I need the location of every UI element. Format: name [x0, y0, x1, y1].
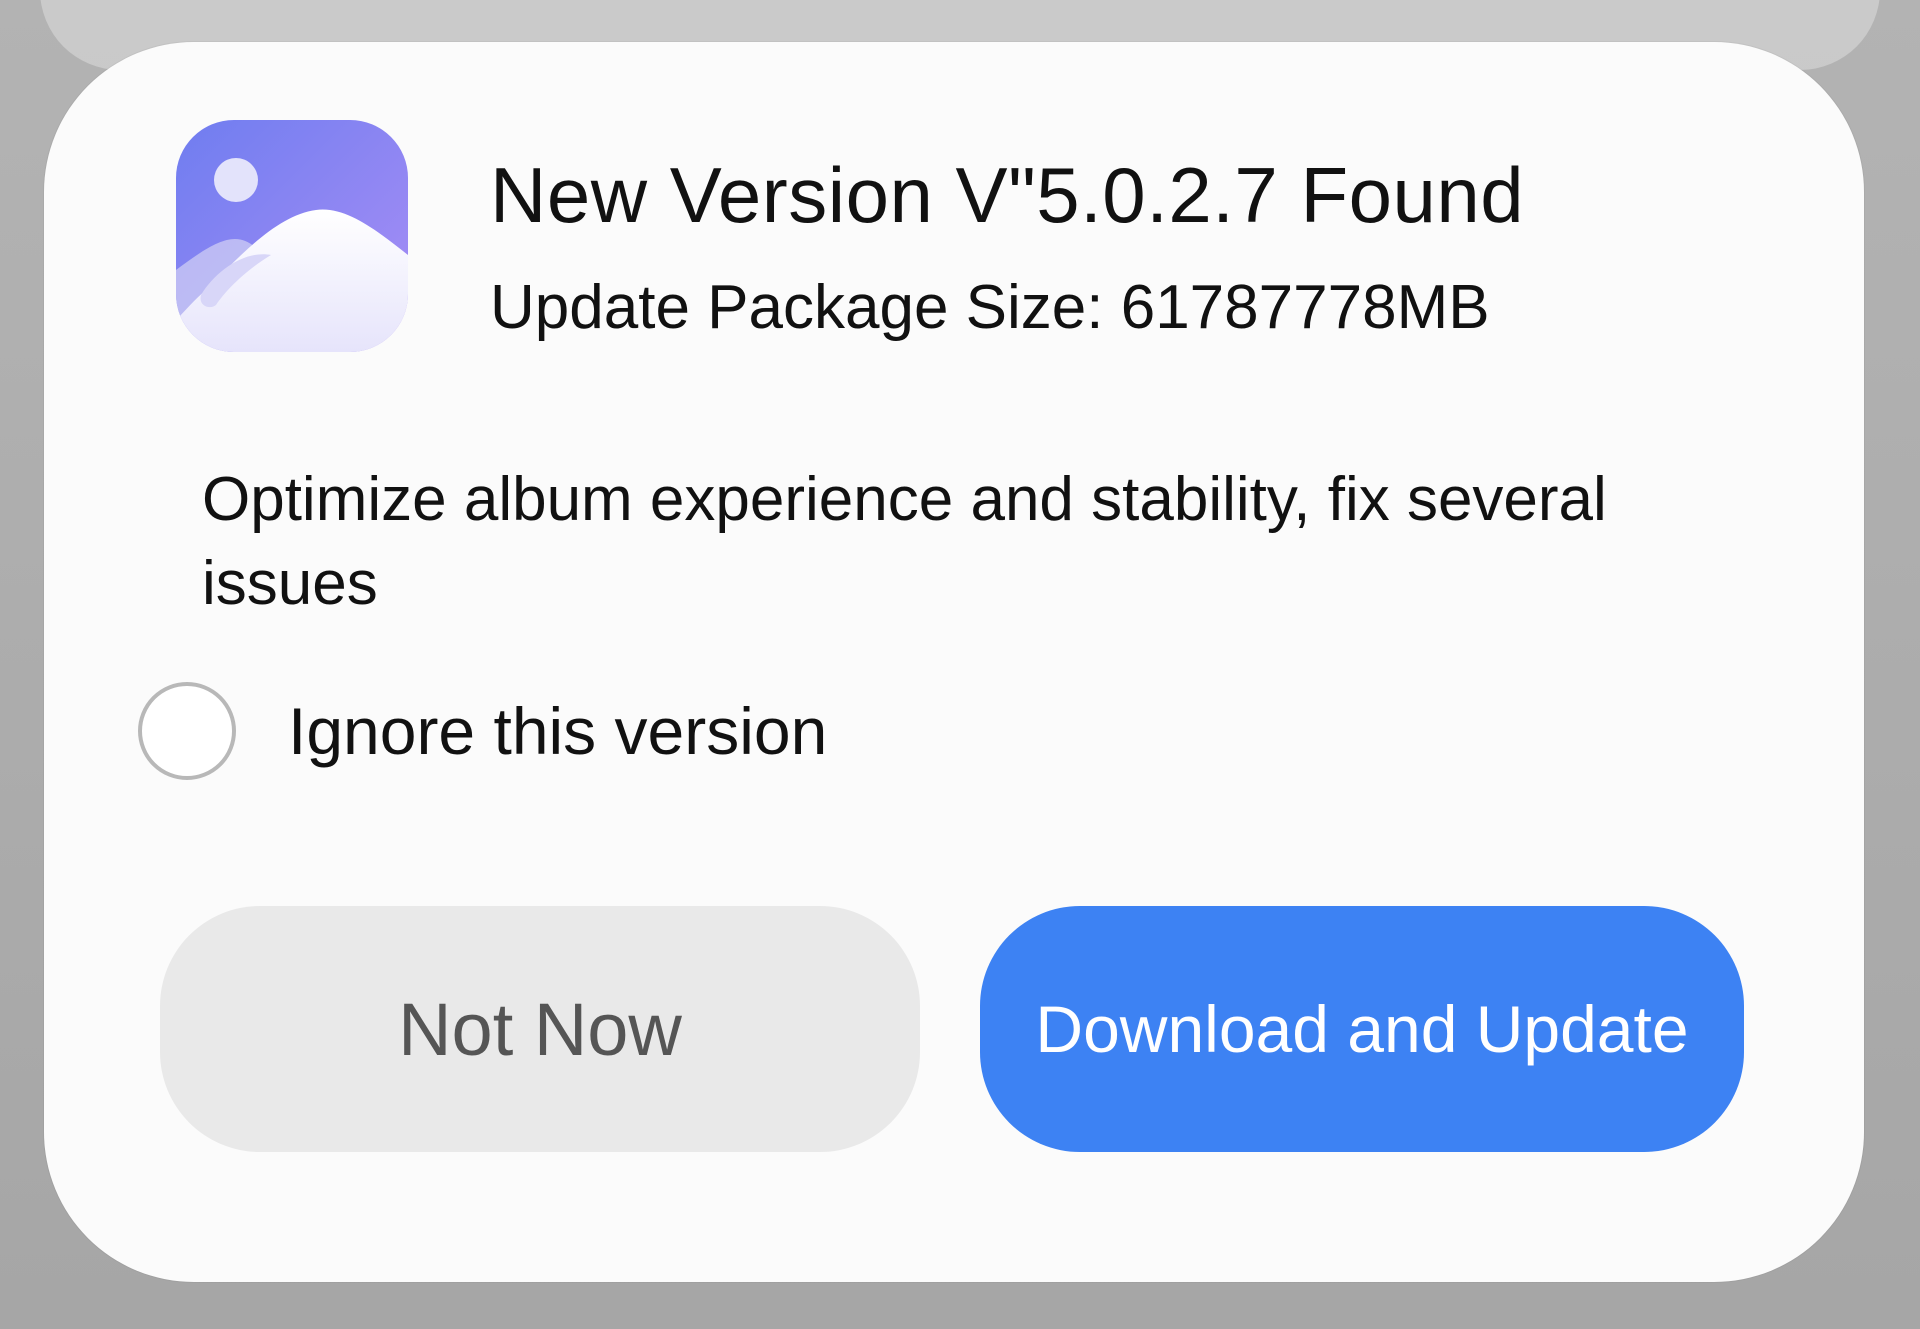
dialog-title: New Version V"5.0.2.7 Found — [490, 151, 1525, 239]
ignore-version-radio[interactable] — [138, 682, 236, 780]
download-and-update-button[interactable]: Download and Update — [980, 906, 1744, 1152]
ignore-version-label: Ignore this version — [288, 694, 828, 768]
ignore-version-option[interactable]: Ignore this version — [138, 676, 827, 786]
not-now-button[interactable]: Not Now — [160, 906, 920, 1152]
photo-gallery-icon — [176, 120, 408, 352]
package-size-text: Update Package Size: 61787778MB — [490, 273, 1490, 342]
update-description: Optimize album experience and stability,… — [202, 465, 1607, 618]
